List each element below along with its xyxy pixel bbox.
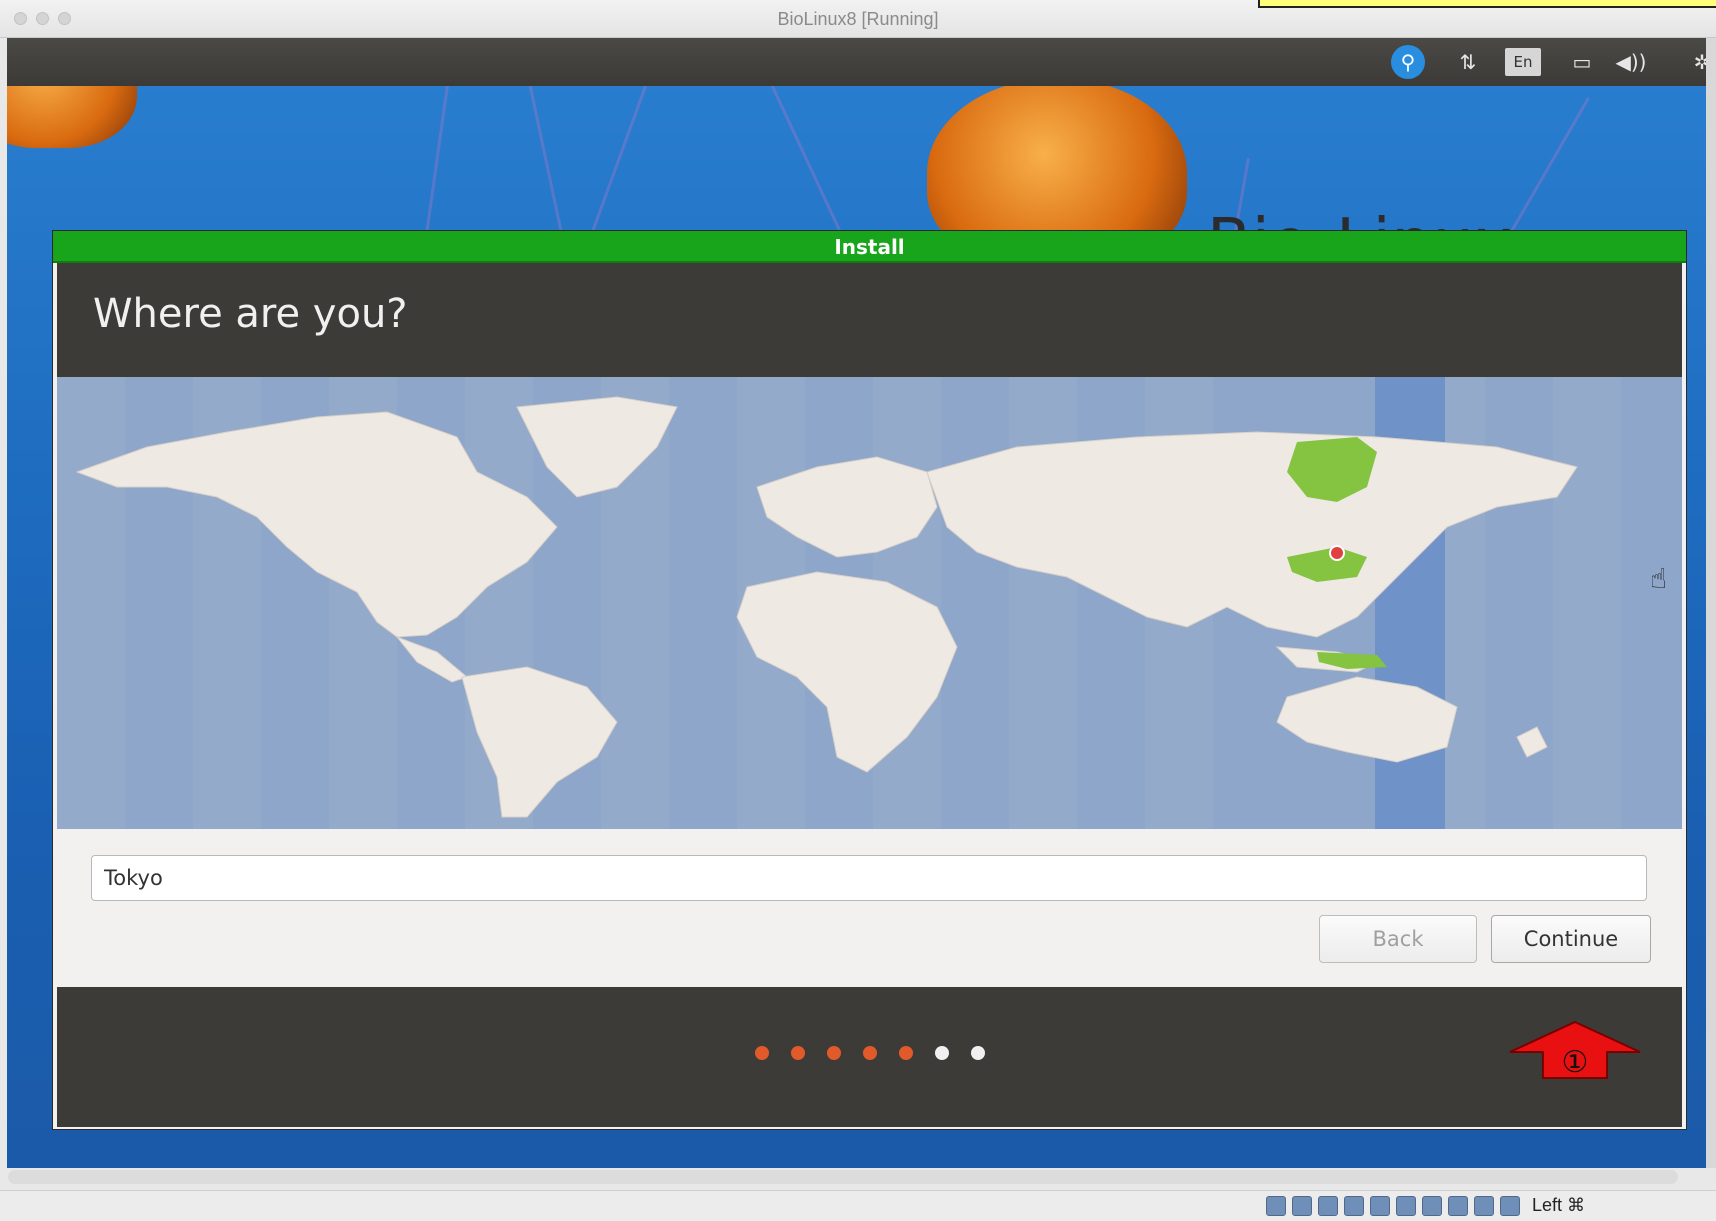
host-key-label: Left ⌘ <box>1532 1195 1586 1215</box>
progress-dot-complete <box>790 1046 805 1060</box>
continue-button[interactable]: Continue <box>1491 915 1651 963</box>
page-title: Where are you? <box>93 291 408 337</box>
installer-header: Where are you? <box>57 263 1682 377</box>
progress-dot-complete <box>862 1046 877 1060</box>
cpu-icon[interactable] <box>1474 1195 1494 1216</box>
back-button[interactable]: Back <box>1319 915 1477 963</box>
world-map-graphic <box>57 377 1621 829</box>
host-window-titlebar: BioLinux8 [Running] <box>0 0 1716 38</box>
volume-icon[interactable]: ◀)) <box>1612 46 1650 78</box>
annotation-callout-box <box>1258 0 1716 8</box>
progress-dots <box>57 1046 1682 1060</box>
progress-dot-complete <box>898 1046 913 1060</box>
progress-dot-pending <box>970 1046 985 1060</box>
progress-dot-complete <box>754 1046 769 1060</box>
window-right-edge <box>1706 38 1716 1168</box>
network-adapter-icon[interactable] <box>1344 1195 1364 1216</box>
virtualbox-status-bar: Left ⌘ <box>0 1190 1716 1221</box>
city-pin-icon[interactable] <box>1329 545 1345 561</box>
harddisk-icon[interactable] <box>1266 1195 1286 1216</box>
hand-cursor-icon: ☝ <box>1650 562 1668 595</box>
network-icon[interactable]: ⇅ <box>1451 46 1485 78</box>
keyboard-layout-indicator[interactable]: En <box>1505 48 1541 76</box>
optical-drive-icon[interactable] <box>1292 1195 1312 1216</box>
annotation-arrow-icon: ① <box>1509 1020 1641 1080</box>
installer-title: Install <box>834 235 905 259</box>
horizontal-scrollbar[interactable] <box>8 1170 1678 1184</box>
audio-icon[interactable] <box>1318 1195 1338 1216</box>
progress-dot-pending <box>934 1046 949 1060</box>
mouse-integration-icon[interactable] <box>1500 1195 1520 1216</box>
annotation-marker: ① <box>1562 1045 1589 1080</box>
progress-dot-complete <box>826 1046 841 1060</box>
host-window-title: BioLinux8 [Running] <box>777 9 939 29</box>
battery-icon[interactable]: ▭ <box>1563 46 1601 78</box>
video-capture-icon[interactable] <box>1448 1195 1468 1216</box>
status-icons: Left ⌘ <box>1266 1195 1585 1216</box>
usb-icon[interactable] <box>1370 1195 1390 1216</box>
timezone-map[interactable] <box>57 377 1682 829</box>
display-icon[interactable] <box>1422 1195 1442 1216</box>
accessibility-icon[interactable]: ⚲ <box>1391 45 1425 79</box>
shared-folders-icon[interactable] <box>1396 1195 1416 1216</box>
installer-window: Install Where are you? Tokyo Back Contin… <box>52 230 1687 1130</box>
installer-footer <box>57 987 1682 1127</box>
installer-titlebar: Install <box>53 231 1686 263</box>
guest-top-panel: ⚲ ⇅ En ▭ ◀)) ✲ <box>7 38 1716 86</box>
timezone-city-input[interactable] <box>91 855 1647 901</box>
